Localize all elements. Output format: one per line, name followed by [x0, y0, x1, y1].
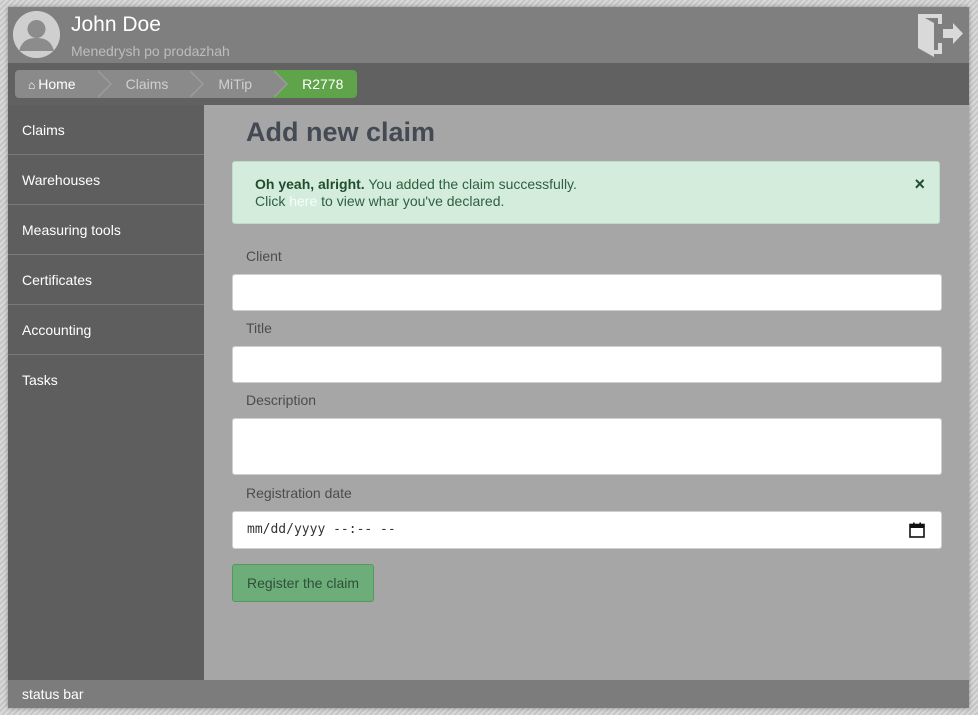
success-alert: Oh yeah, alright. You added the claim su… [232, 161, 940, 224]
alert-line-1: Oh yeah, alright. You added the claim su… [255, 176, 917, 193]
sidebar-item-measuring-tools[interactable]: Measuring tools [8, 205, 204, 255]
status-bar: status bar [8, 680, 969, 708]
alert-message: You added the claim successfully. [364, 176, 577, 192]
page-title: Add new claim [246, 117, 436, 147]
logout-icon [918, 14, 963, 57]
breadcrumb-label: R2778 [302, 76, 344, 92]
breadcrumb-label: Home [38, 76, 76, 92]
main-content: Add new claim Oh yeah, alright. You adde… [204, 105, 969, 680]
sidebar-item-warehouses[interactable]: Warehouses [8, 155, 204, 205]
alert-link[interactable]: here [289, 193, 317, 209]
alert-prefix: Click [255, 193, 290, 209]
home-icon: ⌂ [28, 78, 36, 92]
logout-button[interactable] [915, 10, 965, 58]
header: John Doe Menedrysh po prodazhah [8, 7, 969, 63]
sidebar-item-accounting[interactable]: Accounting [8, 305, 204, 355]
sidebar-item-certificates[interactable]: Certificates [8, 255, 204, 305]
avatar[interactable] [13, 11, 60, 58]
sidebar: Claims Warehouses Measuring tools Certif… [8, 105, 204, 680]
breadcrumb-label: MiTip [218, 76, 253, 92]
description-textarea[interactable] [232, 418, 942, 475]
alert-line-2: Click here to view whar you've declared. [255, 193, 917, 210]
title-input[interactable] [232, 346, 942, 383]
breadcrumb-label: Claims [125, 76, 169, 92]
app-window: John Doe Menedrysh po prodazhah ⌂ Home Cl… [8, 7, 969, 708]
sidebar-item-claims[interactable]: Claims [8, 105, 204, 155]
user-role: Menedrysh po prodazhah [71, 43, 230, 59]
close-icon[interactable]: × [914, 174, 925, 195]
client-label: Client [246, 248, 282, 264]
alert-strong: Oh yeah, alright. [255, 176, 365, 192]
register-claim-button[interactable]: Register the claim [232, 564, 374, 602]
user-icon [13, 11, 60, 58]
date-placeholder: mm/dd/yyyy --:-- -- [247, 522, 396, 537]
user-name: John Doe [71, 13, 161, 36]
breadcrumb-home[interactable]: ⌂ Home [15, 70, 112, 98]
sidebar-item-tasks[interactable]: Tasks [8, 355, 204, 405]
breadcrumb: ⌂ Home Claims MiTip R2778 [15, 70, 358, 98]
title-label: Title [246, 320, 272, 336]
registration-date-label: Registration date [246, 485, 352, 501]
breadcrumb-bar: ⌂ Home Claims MiTip R2778 [8, 63, 969, 105]
alert-suffix: to view whar you've declared. [317, 193, 505, 209]
client-input[interactable] [232, 274, 942, 311]
description-label: Description [246, 392, 317, 408]
registration-date-input[interactable]: mm/dd/yyyy --:-- -- [232, 511, 942, 549]
calendar-icon[interactable] [909, 522, 925, 538]
